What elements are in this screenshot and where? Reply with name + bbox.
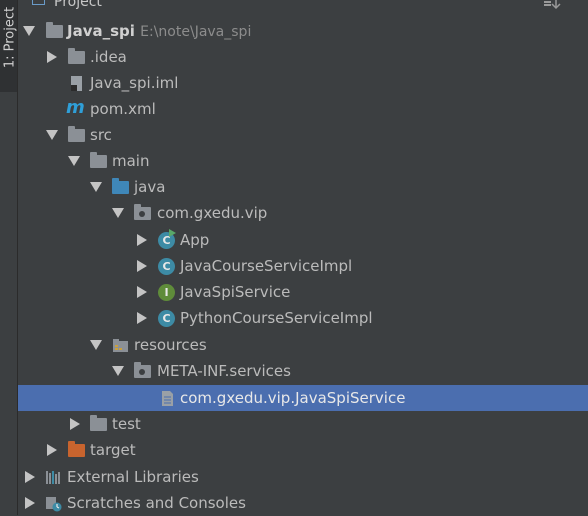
tree-item-label: META-INF.services bbox=[157, 362, 291, 380]
tree-item-label: resources bbox=[134, 336, 207, 354]
tree-item-java-course-service-impl[interactable]: C JavaCourseServiceImpl bbox=[18, 253, 588, 279]
module-folder-icon bbox=[46, 22, 63, 38]
tree-item-src[interactable]: src bbox=[18, 122, 588, 148]
expand-arrow-icon[interactable] bbox=[90, 182, 102, 192]
class-icon: C bbox=[158, 310, 175, 327]
project-panel-title[interactable]: Project bbox=[54, 0, 102, 10]
folder-icon bbox=[90, 415, 107, 431]
tree-item-label: com.gxedu.vip bbox=[157, 204, 268, 222]
expand-arrow-icon[interactable] bbox=[112, 208, 124, 218]
expand-arrow-icon[interactable] bbox=[90, 340, 102, 350]
tree-item-meta-inf-services[interactable]: META-INF.services bbox=[18, 358, 588, 384]
project-panel-icon bbox=[32, 0, 45, 5]
package-icon bbox=[134, 204, 151, 220]
expand-arrow-icon[interactable] bbox=[68, 156, 80, 166]
tree-item-service-file[interactable]: com.gxedu.vip.JavaSpiService bbox=[18, 385, 588, 411]
tree-item-iml[interactable]: Java_spi.iml bbox=[18, 70, 588, 96]
class-icon: C bbox=[158, 258, 175, 275]
tree-item-label: Java_spi.iml bbox=[90, 74, 179, 92]
collapse-arrow-icon[interactable] bbox=[137, 312, 147, 324]
collapse-arrow-icon[interactable] bbox=[70, 418, 80, 430]
source-folder-icon bbox=[112, 178, 129, 194]
tree-item-app[interactable]: C App bbox=[18, 227, 588, 253]
tree-item-label: test bbox=[112, 415, 141, 433]
expand-arrow-icon[interactable] bbox=[23, 26, 35, 36]
project-tree: Java_spi E:\note\Java_spi .idea Java_spi… bbox=[18, 17, 588, 515]
interface-icon: I bbox=[158, 284, 175, 301]
tool-window-strip: 1: Project bbox=[0, 0, 18, 515]
module-path: E:\note\Java_spi bbox=[140, 24, 252, 40]
tree-item-java-spi[interactable]: Java_spi E:\note\Java_spi bbox=[18, 18, 588, 44]
project-tool-tab[interactable]: 1: Project bbox=[0, 0, 18, 92]
tree-item-pom[interactable]: m pom.xml bbox=[18, 96, 588, 122]
maven-icon: m bbox=[66, 97, 85, 118]
text-file-icon bbox=[162, 391, 173, 406]
collapse-arrow-icon[interactable] bbox=[137, 234, 147, 246]
tree-item-label: JavaCourseServiceImpl bbox=[180, 257, 353, 275]
tree-item-java-spi-service[interactable]: I JavaSpiService bbox=[18, 279, 588, 305]
tree-item-label: Scratches and Consoles bbox=[67, 494, 246, 512]
tree-item-label: PythonCourseServiceImpl bbox=[180, 309, 373, 327]
collapse-arrow-icon[interactable] bbox=[137, 260, 147, 272]
tree-item-label: JavaSpiService bbox=[180, 283, 291, 301]
expand-arrow-icon[interactable] bbox=[46, 130, 58, 140]
folder-icon bbox=[90, 152, 107, 168]
package-icon bbox=[134, 362, 151, 378]
tree-item-external-libraries[interactable]: External Libraries bbox=[18, 464, 588, 490]
project-panel-header: Project bbox=[18, 0, 588, 17]
tree-item-label: target bbox=[90, 441, 136, 459]
collapse-arrow-icon[interactable] bbox=[25, 497, 35, 509]
tree-item-label: pom.xml bbox=[90, 100, 156, 118]
project-tool-tab-label: 1: Project bbox=[2, 6, 18, 69]
expand-arrow-icon[interactable] bbox=[112, 366, 124, 376]
collapse-arrow-icon[interactable] bbox=[47, 51, 57, 63]
folder-icon bbox=[68, 48, 85, 64]
tree-item-package[interactable]: com.gxedu.vip bbox=[18, 200, 588, 226]
tree-item-scratches[interactable]: Scratches and Consoles bbox=[18, 490, 588, 516]
tree-item-label: .idea bbox=[90, 48, 127, 66]
collapse-arrow-icon[interactable] bbox=[25, 471, 35, 483]
tree-item-label: src bbox=[90, 126, 112, 144]
tree-item-label: java bbox=[134, 178, 166, 196]
excluded-folder-icon bbox=[68, 441, 85, 457]
module-label: Java_spi E:\note\Java_spi bbox=[67, 22, 252, 40]
scratches-icon bbox=[46, 497, 62, 512]
tree-item-idea[interactable]: .idea bbox=[18, 44, 588, 70]
tree-item-main[interactable]: main bbox=[18, 148, 588, 174]
tree-item-target[interactable]: target bbox=[18, 437, 588, 463]
tree-item-label: External Libraries bbox=[67, 468, 199, 486]
settings-icon[interactable] bbox=[538, 0, 566, 14]
iml-file-icon bbox=[71, 76, 82, 91]
libraries-icon bbox=[46, 471, 60, 484]
collapse-arrow-icon[interactable] bbox=[47, 444, 57, 456]
runnable-class-icon: C bbox=[158, 229, 176, 249]
folder-icon bbox=[68, 126, 85, 142]
collapse-arrow-icon[interactable] bbox=[137, 286, 147, 298]
tree-item-resources[interactable]: resources bbox=[18, 332, 588, 358]
tree-item-label: com.gxedu.vip.JavaSpiService bbox=[180, 389, 406, 407]
resources-folder-icon bbox=[113, 339, 128, 352]
tree-item-python-course-service-impl[interactable]: C PythonCourseServiceImpl bbox=[18, 305, 588, 331]
tree-item-label: App bbox=[180, 231, 210, 249]
tree-item-label: main bbox=[112, 152, 150, 170]
tree-item-test[interactable]: test bbox=[18, 411, 588, 437]
tree-item-java[interactable]: java bbox=[18, 174, 588, 200]
